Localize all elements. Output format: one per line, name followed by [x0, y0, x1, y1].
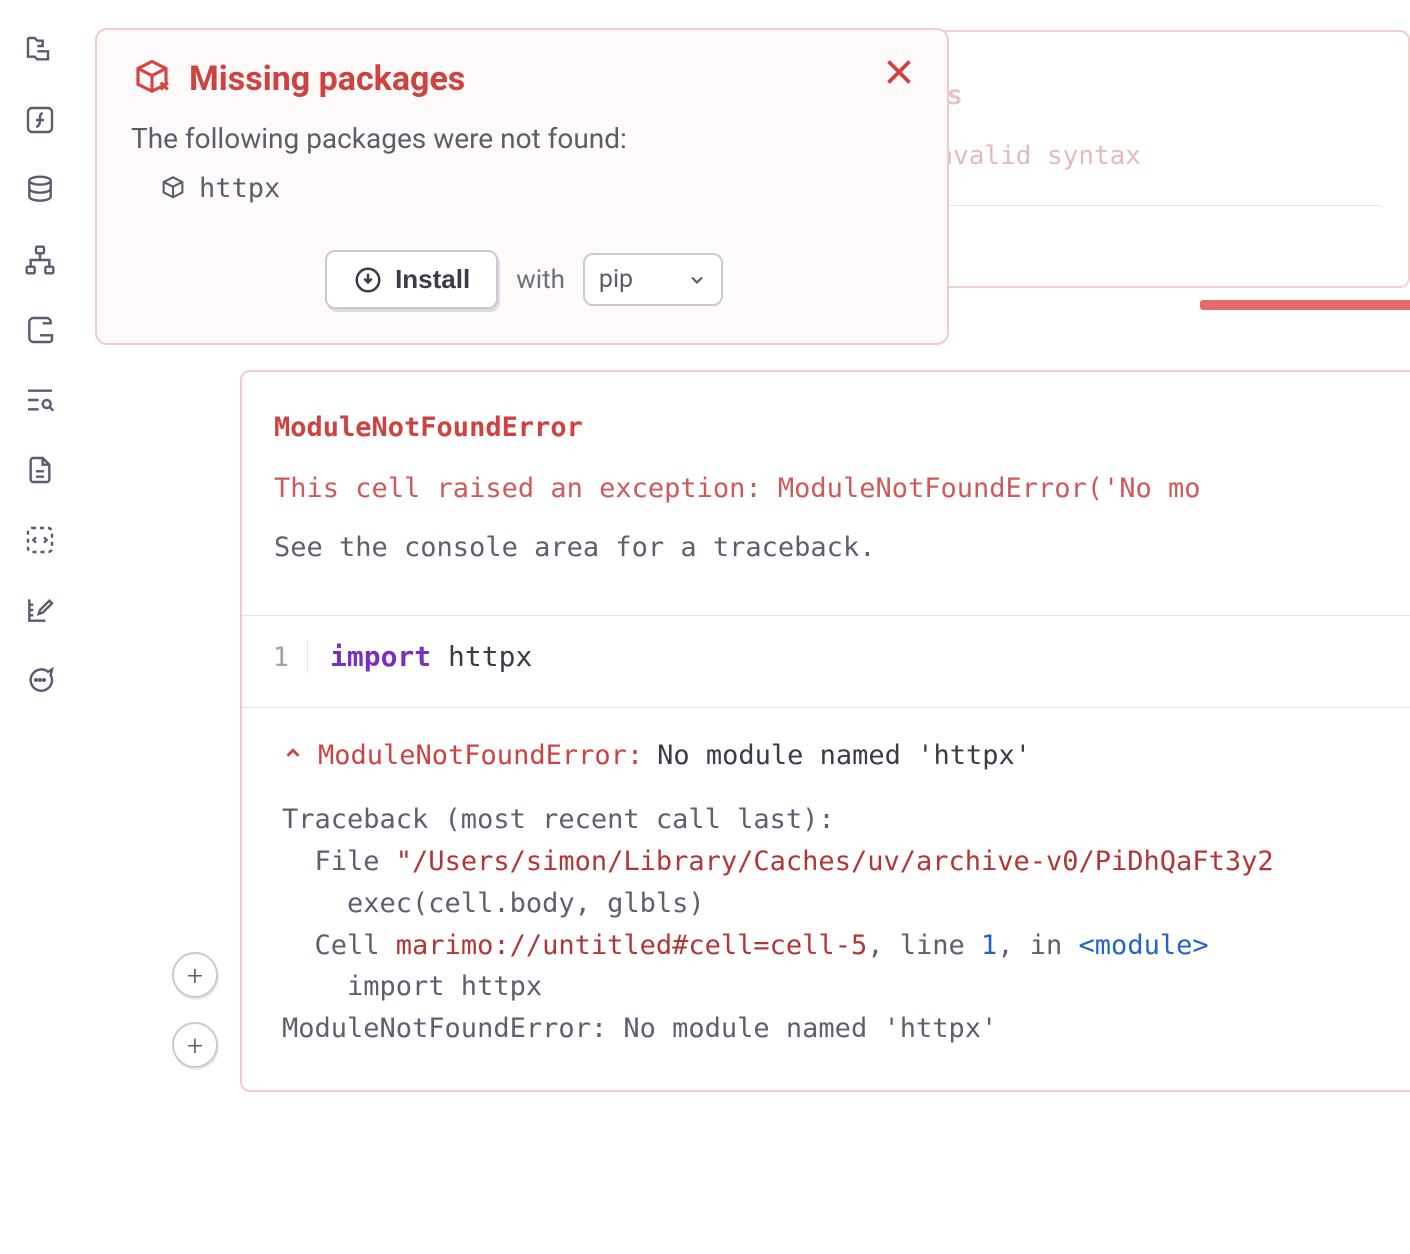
- folder-tree-icon[interactable]: [20, 30, 60, 70]
- add-cell-below-button[interactable]: +: [172, 1022, 218, 1068]
- sidebar: [0, 0, 80, 1254]
- package-manager-select[interactable]: pip: [583, 253, 723, 306]
- select-value: pip: [599, 265, 633, 294]
- dialog-package-row: httpx: [159, 173, 917, 204]
- edit-notebook-icon[interactable]: [20, 590, 60, 630]
- cell2-exception-line: This cell raised an exception: ModuleNot…: [274, 473, 1382, 504]
- dialog-intro: The following packages were not found:: [131, 122, 917, 155]
- trace-error-msg: No module named 'httpx': [657, 740, 1031, 771]
- package-missing-icon: [131, 58, 173, 100]
- error-accent-bar: [1200, 300, 1410, 310]
- scroll-icon[interactable]: [20, 310, 60, 350]
- search-panel-icon[interactable]: [20, 380, 60, 420]
- cell2-see-console: See the console area for a traceback.: [274, 532, 1382, 563]
- traceback-body: Traceback (most recent call last): File …: [282, 799, 1382, 1050]
- hierarchy-icon[interactable]: [20, 240, 60, 280]
- install-button[interactable]: Install: [325, 250, 498, 309]
- chevron-down-icon: [687, 270, 707, 290]
- missing-packages-dialog: Missing packages The following packages …: [95, 28, 949, 345]
- cell2-code-row[interactable]: 1 import httpx: [242, 615, 1410, 708]
- cell2-lineno: 1: [250, 640, 308, 673]
- notes-icon[interactable]: [20, 450, 60, 490]
- code-keyword: import: [330, 640, 431, 673]
- error-cell-2: + + ModuleNotFoundError This cell raised…: [240, 370, 1410, 1092]
- with-label: with: [516, 265, 565, 295]
- dialog-package-name: httpx: [199, 173, 280, 204]
- trace-error-type: ModuleNotFoundError:: [318, 740, 643, 771]
- dialog-close-button[interactable]: [881, 54, 917, 90]
- chevron-up-icon: [282, 740, 304, 771]
- add-cell-above-button[interactable]: +: [172, 952, 218, 998]
- database-icon[interactable]: [20, 170, 60, 210]
- trace-toggle[interactable]: ModuleNotFoundError: No module named 'ht…: [282, 740, 1382, 771]
- dialog-title: Missing packages: [189, 59, 465, 99]
- snippets-icon[interactable]: [20, 520, 60, 560]
- install-label: Install: [395, 264, 470, 295]
- code-ident: httpx: [431, 640, 532, 673]
- function-icon[interactable]: [20, 100, 60, 140]
- package-icon: [159, 175, 187, 203]
- cell2-code-line[interactable]: import httpx: [308, 640, 532, 673]
- chat-icon[interactable]: [20, 660, 60, 700]
- download-icon: [353, 265, 383, 295]
- cell2-error-name: ModuleNotFoundError: [274, 412, 1382, 443]
